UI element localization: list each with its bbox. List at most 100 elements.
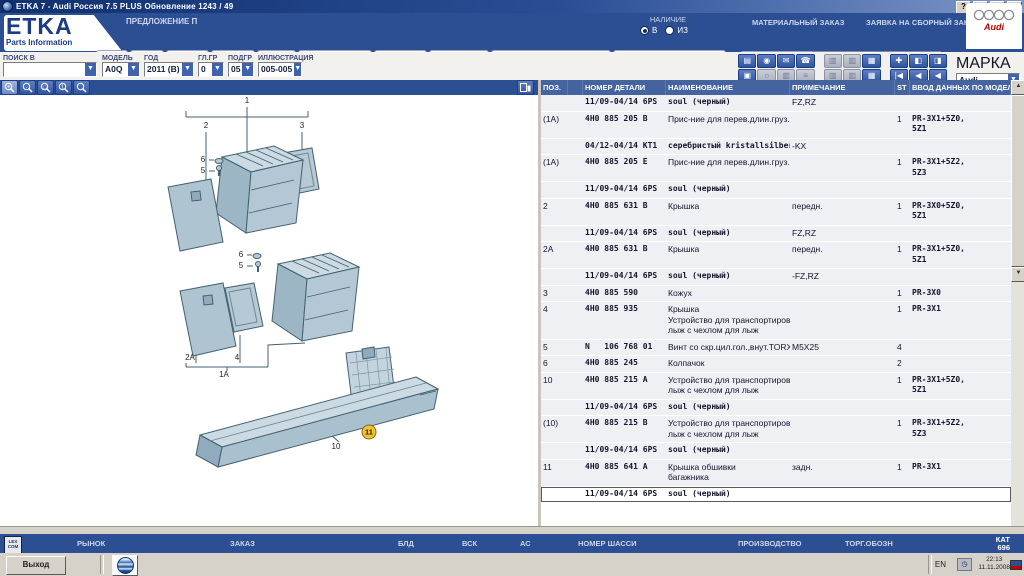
- chevron-down-icon[interactable]: ▼: [212, 63, 223, 76]
- app-icon: [2, 1, 13, 12]
- diagram-callout-6[interactable]: 6: [201, 156, 205, 164]
- chevron-down-icon[interactable]: ▼: [242, 63, 253, 76]
- offer-label: ПРЕДЛОЖЕНИЕ П: [126, 17, 197, 26]
- table-row[interactable]: 11/09-04/14 6PSsoul (черный)FZ,RZ: [541, 226, 1011, 242]
- bottom-field-label: РЫНОК: [77, 539, 105, 548]
- diagram-callout-1[interactable]: 1: [245, 97, 249, 105]
- diagram-callout-5[interactable]: 5: [239, 262, 243, 270]
- split-view-button[interactable]: [517, 80, 534, 95]
- status-bar: Выход EN ◷ 22:1311.11.2008: [0, 553, 1024, 576]
- table-row[interactable]: 04/12-04/14 KT1серебристый kristallsilbe…: [541, 139, 1011, 155]
- availability-group: НАЛИЧИЕ ВИЗ: [640, 15, 696, 35]
- col-header: ST: [895, 80, 910, 95]
- chevron-down-icon[interactable]: ▼: [128, 63, 139, 76]
- zoom-in-icon[interactable]: +: [1, 80, 18, 95]
- chevron-down-icon[interactable]: ▼: [294, 63, 301, 76]
- table-row[interactable]: 2A4H0 885 631 BКрышкапередн.1PR-3X1+5Z0,…: [541, 242, 1011, 268]
- print-preview-icon[interactable]: ◉: [757, 54, 775, 68]
- table-row[interactable]: 11/09-04/14 6PSsoul (черный)FZ,RZ: [541, 95, 1011, 111]
- col-header: НОМЕР ДЕТАЛИ: [583, 80, 666, 95]
- availability-radio-В[interactable]: В: [640, 26, 657, 35]
- search-in-field: ПОИСК В ▼: [3, 55, 97, 77]
- col-header: ПОЗ.: [541, 80, 568, 95]
- bottom-field-label: НОМЕР ШАССИ: [578, 539, 637, 548]
- lexcom-globe-button[interactable]: [112, 555, 138, 576]
- print-icon[interactable]: ▤: [738, 54, 756, 68]
- chevron-down-icon[interactable]: ▼: [85, 63, 96, 76]
- search-in-label: ПОИСК В: [3, 55, 97, 62]
- logo-title: ETKA: [6, 15, 122, 38]
- zoom-window-icon[interactable]: □: [37, 80, 54, 95]
- bottom-field-label: ТОРГ.ОБОЗН: [845, 539, 893, 548]
- doc-recall-icon: ▥: [843, 54, 861, 68]
- field-иллюстрация: ИЛЛЮСТРАЦИЯ005-005▼: [258, 55, 313, 77]
- diagram-callout-6[interactable]: 6: [239, 251, 243, 259]
- window-title: ETKA 7 - Audi Россия 7.5 PLUS Обновление…: [16, 2, 233, 11]
- exit-button[interactable]: Выход: [6, 556, 66, 575]
- field-гл.гр: ГЛ.ГР0▼: [198, 55, 224, 77]
- table-row[interactable]: (1A)4H0 885 205 BПрис-ние для перев.длин…: [541, 112, 1011, 138]
- table-row[interactable]: 11/09-04/14 6PSsoul (черный): [541, 443, 1011, 459]
- field-подгр: ПОДГР05▼: [228, 55, 254, 77]
- table-row[interactable]: 5N 106 768 01Винт со скр.цил.гол.,внут.T…: [541, 340, 1011, 356]
- clock-icon: ◷: [957, 558, 972, 571]
- chevron-down-icon[interactable]: ▼: [182, 63, 193, 76]
- col-header: [568, 80, 583, 95]
- parts-table: ПОЗ. НОМЕР ДЕТАЛИНАИМЕНОВАНИЕПРИМЕЧАНИЕST…: [541, 80, 1024, 526]
- table-row[interactable]: 11/09-04/14 6PSsoul (черный)-FZ,RZ: [541, 269, 1011, 285]
- table-row[interactable]: (10)4H0 885 215 BУстройство для транспор…: [541, 416, 1011, 442]
- pin-icon[interactable]: ✚: [890, 54, 908, 68]
- table-row[interactable]: 114H0 885 641 AКрышка обшивки багажниказ…: [541, 460, 1011, 486]
- table-row[interactable]: 44H0 885 935Крышка Устройство для трансп…: [541, 302, 1011, 339]
- material-order-label[interactable]: МАТЕРИАЛЬНЫЙ ЗАКАЗ: [752, 18, 844, 27]
- bottom-field-label: ВСК: [462, 539, 477, 548]
- title-bar: ETKA 7 - Audi Россия 7.5 PLUS Обновление…: [0, 0, 1024, 13]
- diagram-callout-2[interactable]: 2: [204, 122, 208, 130]
- assembly-order-label[interactable]: ЗАЯВКА НА СБОРНЫЙ ЗАКАЗ: [866, 18, 979, 27]
- globe-icon: [117, 557, 134, 574]
- svg-text:-: -: [26, 85, 28, 91]
- availability-radio-ИЗ[interactable]: ИЗ: [665, 26, 688, 35]
- header-band: ETKA Parts Information ПРЕДЛОЖЕНИЕ П НАЛ…: [0, 13, 1024, 52]
- table-row[interactable]: 104H0 885 215 AУстройство для транспорти…: [541, 373, 1011, 399]
- phone-icon[interactable]: ☎: [796, 54, 814, 68]
- send-icon[interactable]: ✉: [777, 54, 795, 68]
- zoom-free-icon[interactable]: [73, 80, 90, 95]
- table-header: ПОЗ. НОМЕР ДЕТАЛИНАИМЕНОВАНИЕПРИМЕЧАНИЕST…: [541, 80, 1011, 95]
- search-input[interactable]: ▼: [3, 62, 97, 77]
- diagram-callout-1A[interactable]: 1A: [219, 371, 229, 379]
- table-row[interactable]: 11/09-04/14 6PSsoul (черный): [541, 487, 1011, 503]
- scroll-up-icon[interactable]: ▲: [1011, 80, 1024, 95]
- audi-brand-text: Audi: [984, 22, 1004, 32]
- bottom-info-bar: LEX COM РЫНОКЗАКАЗБЛДВСКАСНОМЕР ШАССИПРО…: [0, 534, 1024, 553]
- diagram-callout-2A[interactable]: 2A: [185, 354, 195, 362]
- etka-logo: ETKA Parts Information: [4, 15, 122, 51]
- diagram-callout-3[interactable]: 3: [300, 122, 304, 130]
- scroll-down-icon[interactable]: ▼: [1011, 267, 1024, 282]
- col-header: НАИМЕНОВАНИЕ: [666, 80, 790, 95]
- diagram-callout-5[interactable]: 5: [201, 167, 205, 175]
- scrollbar-thumb[interactable]: [1011, 95, 1024, 267]
- copy-next-icon[interactable]: ◨: [929, 54, 947, 68]
- language-indicator: EN: [935, 560, 946, 569]
- zoom-reset-icon[interactable]: 1: [55, 80, 72, 95]
- field-модель: МОДЕЛЬA0Q▼: [102, 55, 140, 77]
- cart-transfer-icon[interactable]: ▦: [862, 54, 880, 68]
- diagram-callout-10[interactable]: 10: [332, 443, 341, 451]
- table-row[interactable]: (1A)4H0 885 205 EПрис-ние для перев.длин…: [541, 155, 1011, 181]
- zoom-out-icon[interactable]: -: [19, 80, 36, 95]
- diagram-panel[interactable]: 1 2 3 6 5 6 5 2A 4 1A 10 11: [0, 95, 538, 526]
- table-row[interactable]: 11/09-04/14 6PSsoul (черный): [541, 182, 1011, 198]
- etka-window: ETKA 7 - Audi Россия 7.5 PLUS Обновление…: [0, 0, 1024, 576]
- table-row[interactable]: 11/09-04/14 6PSsoul (черный): [541, 400, 1011, 416]
- table-row[interactable]: 64H0 885 245Колпачок2: [541, 356, 1011, 372]
- copy-prev-icon[interactable]: ◧: [909, 54, 927, 68]
- table-row[interactable]: 34H0 885 590Кожух1PR-3X0: [541, 286, 1011, 302]
- table-scrollbar[interactable]: ▲ ▼: [1011, 80, 1024, 526]
- col-header: ВВОД ДАННЫХ ПО МОДЕЛИ: [910, 80, 1011, 95]
- logo-subtitle: Parts Information: [6, 38, 122, 47]
- table-row[interactable]: 24H0 885 631 BКрышкапередн.1PR-3X0+5Z0, …: [541, 199, 1011, 225]
- diagram-callout-11[interactable]: 11: [362, 425, 377, 440]
- col-header: ПРИМЕЧАНИЕ: [790, 80, 895, 95]
- diagram-callout-4[interactable]: 4: [235, 354, 239, 362]
